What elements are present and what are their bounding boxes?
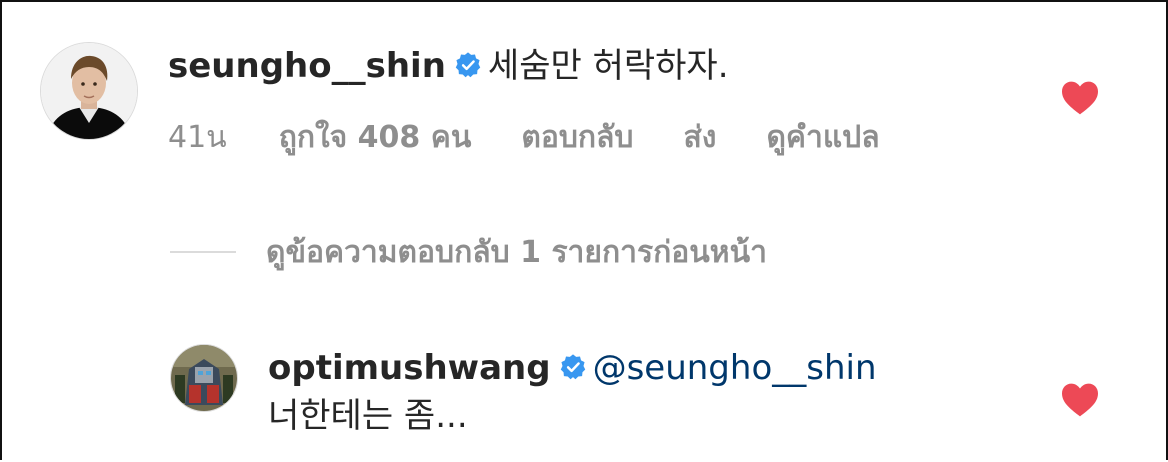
comment-text: 세숨만 허락하자. (487, 46, 729, 86)
heart-filled-icon[interactable] (1060, 382, 1100, 422)
send-button[interactable]: ส่ง (683, 120, 716, 155)
verified-badge-icon (454, 48, 482, 88)
reply-text: 너한테는 좀... (268, 396, 468, 436)
avatar-image (41, 43, 137, 139)
reply-row: optimushwang @seungho__shin (268, 348, 877, 390)
avatar[interactable] (40, 42, 138, 140)
mention-link[interactable]: @seungho__shin (593, 348, 877, 388)
reply-button[interactable]: ตอบกลับ (521, 120, 633, 155)
heart-filled-icon[interactable] (1060, 80, 1100, 120)
comment-timestamp: 41น (168, 120, 227, 155)
comment-meta: 41น ถูกใจ 408 คน ตอบกลับ ส่ง ดูคำแปล (168, 118, 880, 158)
verified-badge-icon (559, 350, 587, 390)
reply-username[interactable]: optimushwang (268, 348, 551, 388)
reply-text-row: 너한테는 좀... (268, 396, 468, 436)
replies-divider (170, 251, 236, 253)
translate-button[interactable]: ดูคำแปล (766, 120, 879, 155)
comment-username[interactable]: seungho__shin (168, 46, 446, 86)
likes-count-link[interactable]: ถูกใจ 408 คน (279, 120, 472, 155)
comment-row: seungho__shin 세숨만 허락하자. (168, 46, 729, 88)
view-replies-button[interactable]: ดูข้อความตอบกลับ 1 รายการก่อนหน้า (170, 232, 767, 272)
view-replies-label: ดูข้อความตอบกลับ 1 รายการก่อนหน้า (266, 234, 767, 270)
avatar-image (171, 345, 237, 411)
reply-avatar[interactable] (170, 344, 238, 412)
